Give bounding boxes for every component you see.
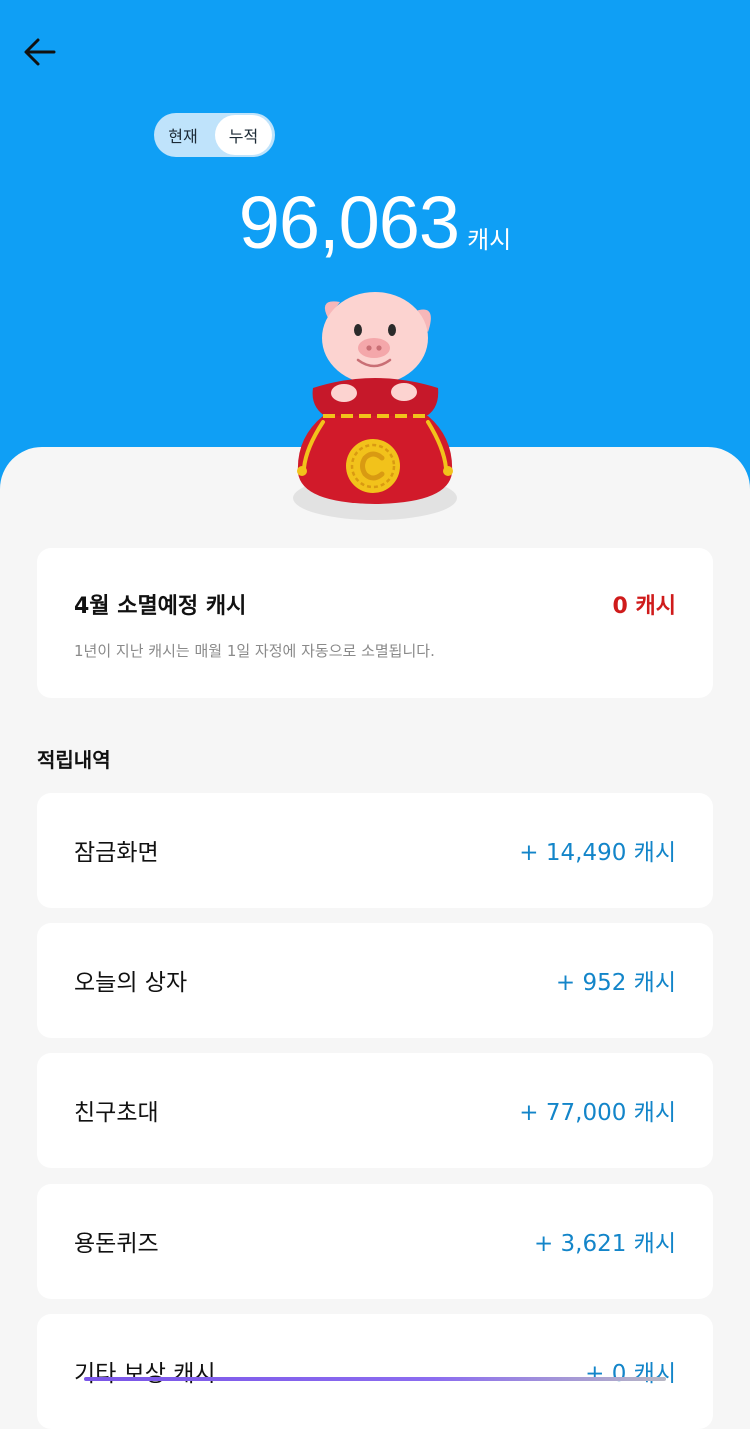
arrow-left-icon — [24, 38, 56, 66]
total-cash: 96,063 캐시 — [0, 180, 750, 280]
history-row-other-rewards[interactable]: 기타 보상 캐시 + 0 캐시 — [37, 1314, 713, 1429]
history-row-label: 잠금화면 — [74, 840, 159, 866]
total-cash-unit: 캐시 — [467, 226, 512, 254]
history-row-value: + 3,621 캐시 — [533, 1231, 676, 1257]
history-row-label: 오늘의 상자 — [74, 970, 188, 996]
coin-c-icon — [346, 439, 400, 493]
home-indicator — [84, 1377, 666, 1381]
expiring-cash-card: 4월 소멸예정 캐시 0 캐시 1년이 지난 캐시는 매월 1일 자정에 자동으… — [37, 548, 713, 698]
history-row-label: 용돈퀴즈 — [74, 1231, 159, 1257]
history-row-allowance-quiz[interactable]: 용돈퀴즈 + 3,621 캐시 — [37, 1184, 713, 1299]
history-row-invite-friends[interactable]: 친구초대 + 77,000 캐시 — [37, 1053, 713, 1168]
history-row-value: + 952 캐시 — [555, 970, 676, 996]
expiring-cash-title: 4월 소멸예정 캐시 — [74, 594, 247, 619]
toggle-total[interactable]: 누적 — [215, 115, 272, 155]
history-section-title: 적립내역 — [37, 748, 111, 772]
period-toggle[interactable]: 현재 누적 — [154, 113, 275, 157]
history-row-label: 친구초대 — [74, 1100, 159, 1126]
expiring-cash-note: 1년이 지난 캐시는 매월 1일 자정에 자동으로 소멸됩니다. — [74, 642, 435, 660]
history-row-value: + 77,000 캐시 — [519, 1100, 676, 1126]
history-row-label: 기타 보상 캐시 — [74, 1361, 216, 1387]
pig-in-pouch-icon — [293, 292, 457, 520]
expiring-cash-amount: 0 캐시 — [612, 594, 676, 619]
history-row-value: + 0 캐시 — [585, 1361, 676, 1387]
history-row-lockscreen[interactable]: 잠금화면 + 14,490 캐시 — [37, 793, 713, 908]
back-button[interactable] — [20, 32, 60, 72]
total-cash-amount: 96,063 — [238, 181, 460, 264]
toggle-current[interactable]: 현재 — [154, 115, 212, 155]
history-row-value: + 14,490 캐시 — [519, 840, 676, 866]
history-row-daily-box[interactable]: 오늘의 상자 + 952 캐시 — [37, 923, 713, 1038]
